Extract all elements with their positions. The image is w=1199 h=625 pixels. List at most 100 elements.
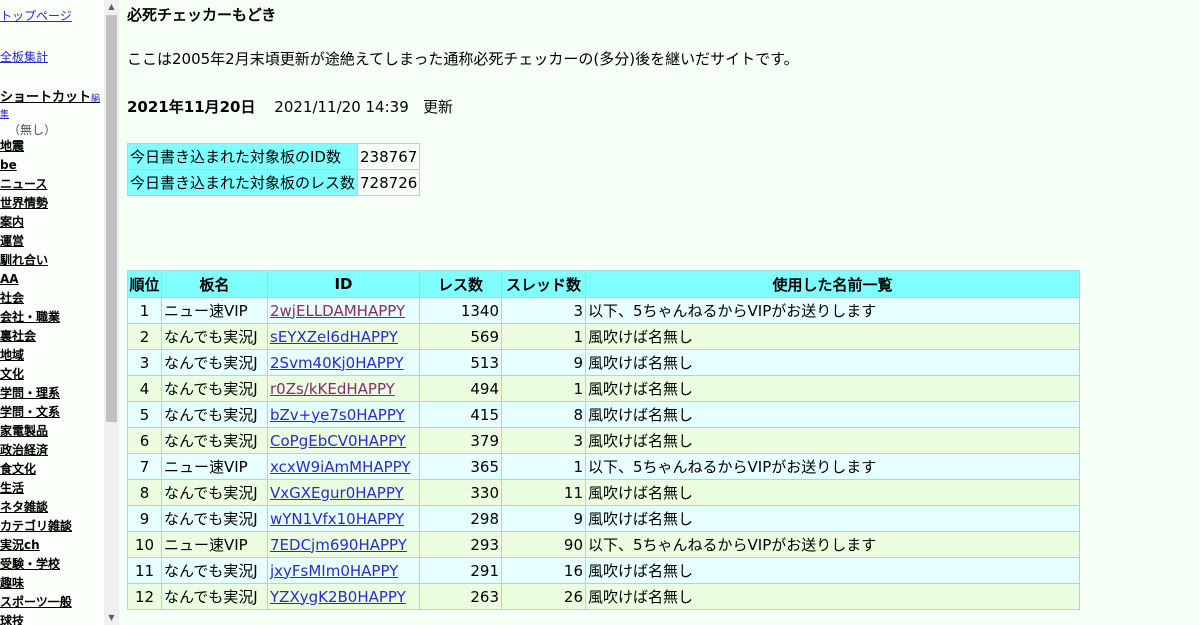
sidebar-board-label: 学問・文系 [0, 405, 61, 419]
id-link[interactable]: YZXygK2B0HAPPY [267, 583, 420, 610]
sidebar-board-item[interactable]: ネタ雑談 [0, 499, 72, 518]
sidebar-board-item[interactable]: 社会 [0, 290, 72, 309]
sidebar-board-item[interactable]: 学問・理系 [0, 385, 72, 404]
sidebar-board-item[interactable]: 地震 [0, 138, 72, 157]
id-link[interactable]: bZv+ye7s0HAPPY [267, 401, 420, 428]
board-cell: なんでも実況J [161, 427, 268, 454]
scroll-up-arrow-icon[interactable]: ▲ [104, 0, 119, 14]
res-count-cell: 263 [419, 583, 502, 610]
sidebar-board-label: 生活 [0, 481, 25, 495]
scroll-thumb[interactable] [106, 15, 117, 422]
sidebar-board-label: 実況ch [0, 538, 40, 552]
header-id[interactable]: ID [267, 270, 420, 298]
vertical-scrollbar[interactable]: ▲ ▼ [104, 0, 119, 625]
id-link[interactable]: 2wjELLDAMHAPPY [267, 297, 420, 324]
rank-cell: 5 [127, 401, 162, 428]
sidebar-board-label: 政治経済 [0, 443, 49, 457]
sidebar-board-item[interactable]: 受験・学校 [0, 556, 72, 575]
names-cell: 風吹けば名無し [585, 479, 1080, 506]
sidebar-board-item[interactable]: 世界情勢 [0, 195, 72, 214]
sidebar-board-item[interactable]: 運営 [0, 233, 72, 252]
table-row: 9 なんでも実況J wYN1Vfx10HAPPY 298 9 風吹けば名無し [127, 505, 1080, 532]
rank-cell: 8 [127, 479, 162, 506]
sidebar-board-item[interactable]: ニュース [0, 176, 72, 195]
thread-count-cell: 3 [501, 427, 586, 454]
stats-label: 今日書き込まれた対象板のレス数 [126, 169, 359, 196]
thread-count-cell: 26 [501, 583, 586, 610]
sidebar-board-item[interactable]: 会社・職業 [0, 309, 72, 328]
res-count-cell: 365 [419, 453, 502, 480]
header-threads[interactable]: スレッド数 [501, 270, 586, 298]
names-cell: 風吹けば名無し [585, 583, 1080, 610]
edit-link-cont[interactable]: 集 [0, 107, 9, 120]
id-link[interactable]: 2Svm40Kj0HAPPY [267, 349, 420, 376]
sidebar-board-item[interactable]: 実況ch [0, 537, 72, 556]
sidebar-board-label: 学問・理系 [0, 386, 61, 400]
header-names[interactable]: 使用した名前一覧 [585, 270, 1080, 298]
all-boards-link[interactable]: 全板集計 [0, 48, 48, 65]
thread-count-cell: 9 [501, 349, 586, 376]
sidebar-board-label: 社会 [0, 291, 25, 305]
sidebar-board-item[interactable]: 裏社会 [0, 328, 72, 347]
id-link[interactable]: xcxW9iAmMHAPPY [267, 453, 420, 480]
sidebar-board-item[interactable]: 文化 [0, 366, 72, 385]
id-link[interactable]: 7EDCjm690HAPPY [267, 531, 420, 558]
sidebar-board-item[interactable]: AA [0, 271, 72, 290]
stats-row: 今日書き込まれた対象板のレス数 728726 [126, 169, 421, 196]
sidebar-board-item[interactable]: 家電製品 [0, 423, 72, 442]
stats-value: 728726 [357, 169, 421, 196]
table-row: 10 ニュー速VIP 7EDCjm690HAPPY 293 90 以下、5ちゃんねるからV… [127, 531, 1080, 558]
header-board[interactable]: 板名 [161, 270, 268, 298]
updated-timestamp: 2021/11/20 14:39 [274, 98, 409, 116]
sidebar-board-item[interactable]: be [0, 157, 72, 176]
id-link[interactable]: CoPgEbCV0HAPPY [267, 427, 420, 454]
id-link[interactable]: r0Zs/kKEdHAPPY [267, 375, 420, 402]
thread-count-cell: 8 [501, 401, 586, 428]
id-link[interactable]: jxyFsMIm0HAPPY [267, 557, 420, 584]
thread-count-cell: 11 [501, 479, 586, 506]
sidebar-board-item[interactable]: 食文化 [0, 461, 72, 480]
thread-count-cell: 16 [501, 557, 586, 584]
sidebar-board-item[interactable]: スポーツ一般 [0, 594, 72, 613]
shortcut-label: ショートカット [0, 90, 92, 105]
sidebar-board-item[interactable]: 球技 [0, 613, 72, 625]
sidebar-board-item[interactable]: 生活 [0, 480, 72, 499]
id-link[interactable]: sEYXZel6dHAPPY [267, 323, 420, 350]
sidebar: トップページ 全板集計 ショートカット編 集 （無し） 地震 be ニュース 世界情勢… [0, 0, 104, 625]
header-rank[interactable]: 順位 [127, 270, 162, 298]
board-cell: なんでも実況J [161, 557, 268, 584]
names-cell: 以下、5ちゃんねるからVIPがお送りします [585, 531, 1080, 558]
res-count-cell: 569 [419, 323, 502, 350]
top-page-link[interactable]: トップページ [0, 7, 72, 24]
id-link[interactable]: wYN1Vfx10HAPPY [267, 505, 420, 532]
sidebar-board-label: 世界情勢 [0, 196, 49, 210]
res-count-cell: 298 [419, 505, 502, 532]
table-row: 5 なんでも実況J bZv+ye7s0HAPPY 415 8 風吹けば名無し [127, 401, 1080, 428]
table-row: 12 なんでも実況J YZXygK2B0HAPPY 263 26 風吹けば名無し [127, 583, 1080, 610]
scroll-down-arrow-icon[interactable]: ▼ [104, 611, 119, 625]
sidebar-board-item[interactable]: 趣味 [0, 575, 72, 594]
header-res[interactable]: レス数 [419, 270, 502, 298]
board-cell: なんでも実況J [161, 375, 268, 402]
sidebar-board-label: 馴れ合い [0, 253, 49, 267]
edit-link[interactable]: 編 [91, 94, 100, 104]
sidebar-board-item[interactable]: 政治経済 [0, 442, 72, 461]
ranking-header-row: 順位 板名 ID レス数 スレッド数 使用した名前一覧 [127, 270, 1080, 298]
sidebar-board-item[interactable]: 学問・文系 [0, 404, 72, 423]
rank-cell: 1 [127, 297, 162, 324]
sidebar-board-item[interactable]: カテゴリ雑談 [0, 518, 72, 537]
rank-cell: 6 [127, 427, 162, 454]
stats-table: 今日書き込まれた対象板のID数 238767 今日書き込まれた対象板のレス数 7287… [126, 143, 421, 196]
board-list: 地震 be ニュース世界情勢案内 運営 馴れ合い AA 社会会社・職業 裏社会 地域 文化 学問・理… [0, 138, 72, 625]
id-link[interactable]: VxGXEgur0HAPPY [267, 479, 420, 506]
thread-count-cell: 1 [501, 453, 586, 480]
sidebar-board-label: ニュース [0, 177, 48, 191]
names-cell: 以下、5ちゃんねるからVIPがお送りします [585, 453, 1080, 480]
sidebar-board-item[interactable]: 案内 [0, 214, 72, 233]
stats-row: 今日書き込まれた対象板のID数 238767 [126, 143, 421, 170]
sidebar-board-item[interactable]: 馴れ合い [0, 252, 72, 271]
table-row: 11 なんでも実況J jxyFsMIm0HAPPY 291 16 風吹けば名無し [127, 557, 1080, 584]
sidebar-board-item[interactable]: 地域 [0, 347, 72, 366]
table-row: 3 なんでも実況J 2Svm40Kj0HAPPY 513 9 風吹けば名無し [127, 349, 1080, 376]
thread-count-cell: 90 [501, 531, 586, 558]
